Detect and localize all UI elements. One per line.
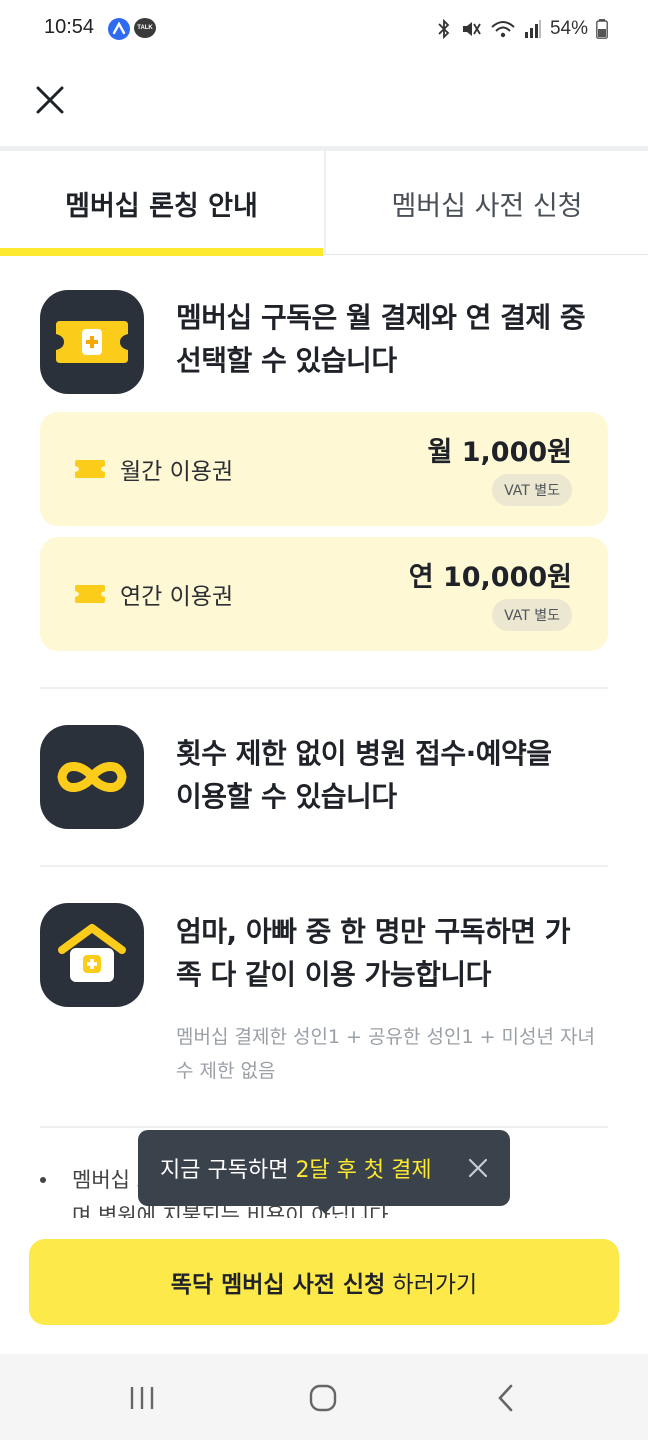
ticket-small-icon bbox=[75, 585, 105, 603]
section-divider bbox=[40, 865, 608, 867]
feature-title-unlimited: 횟수 제한 없이 병원 접수·예약을 이용할 수 있습니다 bbox=[176, 732, 616, 818]
ticket-small-icon bbox=[75, 460, 105, 478]
section-divider bbox=[40, 687, 608, 689]
top-bar bbox=[0, 58, 648, 148]
back-icon bbox=[498, 1384, 513, 1412]
toast-tooltip: 지금 구독하면 2달 후 첫 결제 bbox=[138, 1130, 510, 1214]
close-icon bbox=[36, 86, 64, 114]
house-icon bbox=[40, 903, 144, 1007]
home-icon bbox=[309, 1384, 337, 1412]
talk-label: TALK bbox=[137, 25, 153, 31]
plan-card-yearly[interactable]: 연간 이용권 연 10,000원 VAT 별도 bbox=[40, 537, 608, 651]
status-bar: 10:54 TALK 54% bbox=[0, 0, 648, 58]
feature-title-line: 족 다 같이 이용 가능합니다 bbox=[176, 958, 491, 991]
tab-bar: 멤버십 론칭 안내 멤버십 사전 신청 bbox=[0, 151, 648, 256]
cta-label-rest: 하러가기 bbox=[385, 1272, 478, 1298]
toast-highlight: 2달 후 첫 결제 bbox=[295, 1158, 432, 1183]
recents-button[interactable] bbox=[120, 1376, 164, 1420]
family-note: 멤버십 결제한 성인1 + 공유한 성인1 + 미성년 자녀 수 제한 없음 bbox=[176, 1026, 595, 1082]
bluetooth-icon bbox=[438, 19, 450, 39]
preregister-cta-button[interactable]: 똑닥 멤버십 사전 신청 하러가기 bbox=[29, 1239, 619, 1325]
status-time: 10:54 bbox=[44, 16, 95, 38]
app-icon bbox=[108, 18, 130, 40]
feature-title-line: 횟수 제한 없이 병원 접수·예약을 bbox=[176, 737, 552, 770]
wifi-icon bbox=[491, 21, 515, 38]
ticket-icon bbox=[40, 290, 144, 394]
tab-membership-preregister[interactable]: 멤버십 사전 신청 bbox=[324, 151, 648, 255]
battery-icon bbox=[596, 19, 608, 39]
feature-title-family: 엄마, 아빠 중 한 명만 구독하면 가 족 다 같이 이용 가능합니다 bbox=[176, 910, 616, 996]
vat-badge: VAT 별도 bbox=[492, 474, 572, 506]
toast-close-icon[interactable] bbox=[468, 1158, 488, 1178]
signal-icon bbox=[524, 20, 541, 38]
system-nav-bar bbox=[0, 1354, 648, 1440]
plan-card-monthly[interactable]: 월간 이용권 월 1,000원 VAT 별도 bbox=[40, 412, 608, 526]
tab-membership-launch[interactable]: 멤버십 론칭 안내 bbox=[0, 151, 323, 256]
battery-percent: 54% bbox=[549, 18, 588, 39]
plan-name: 월간 이용권 bbox=[120, 459, 234, 485]
close-button[interactable] bbox=[30, 80, 70, 120]
back-button[interactable] bbox=[484, 1376, 528, 1420]
plan-name: 연간 이용권 bbox=[120, 584, 234, 610]
vat-badge: VAT 별도 bbox=[492, 599, 572, 631]
feature-title-line: 선택할 수 있습니다 bbox=[176, 344, 397, 377]
bullet-dot bbox=[40, 1177, 46, 1183]
infinity-icon bbox=[40, 725, 144, 829]
recents-icon bbox=[130, 1387, 154, 1409]
section-divider bbox=[40, 1126, 608, 1128]
plan-price: 연 10,000원 bbox=[408, 562, 572, 593]
cta-label-bold: 똑닥 멤버십 사전 신청 bbox=[170, 1272, 386, 1298]
toast-prefix: 지금 구독하면 bbox=[160, 1158, 296, 1183]
feature-title-line: 이용할 수 있습니다 bbox=[176, 780, 397, 813]
toast-arrow bbox=[316, 1204, 334, 1214]
feature-title-line: 멤버십 구독은 월 결제와 연 결제 중 bbox=[176, 301, 586, 334]
feature-title-subscription: 멤버십 구독은 월 결제와 연 결제 중 선택할 수 있습니다 bbox=[176, 296, 616, 382]
talk-icon: TALK bbox=[134, 18, 156, 38]
feature-title-line: 엄마, 아빠 중 한 명만 구독하면 가 bbox=[176, 915, 571, 948]
toast-text: 지금 구독하면 2달 후 첫 결제 bbox=[160, 1152, 432, 1184]
plan-price: 월 1,000원 bbox=[427, 437, 572, 468]
home-button[interactable] bbox=[301, 1376, 345, 1420]
mute-icon bbox=[462, 22, 481, 36]
